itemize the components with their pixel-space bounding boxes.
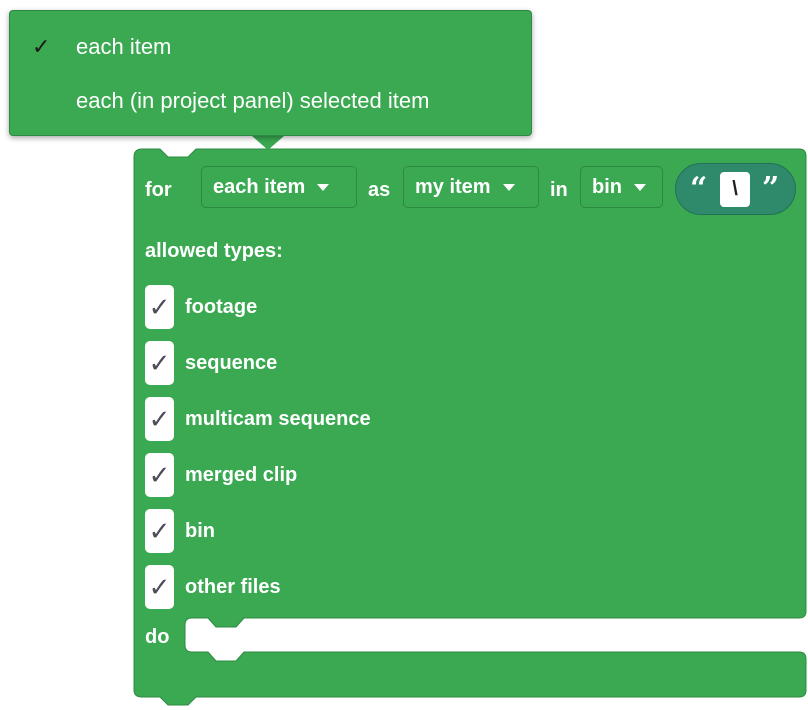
- in-label: in: [550, 179, 568, 201]
- mode-dropdown[interactable]: each item: [201, 166, 357, 208]
- as-label: as: [368, 179, 391, 201]
- variable-dropdown[interactable]: my item: [403, 166, 539, 208]
- open-quote-icon: “: [690, 171, 708, 206]
- checkbox-label: sequence: [185, 352, 278, 374]
- checkbox-sequence[interactable]: ✓: [145, 341, 174, 385]
- source-dropdown-value: bin: [592, 175, 622, 198]
- menu-item-label: each (in project panel) selected item: [76, 88, 430, 113]
- menu-item-each-item[interactable]: ✓ each item: [10, 22, 531, 72]
- text-value-block[interactable]: “ \ ”: [675, 163, 796, 215]
- checkbox-other-files[interactable]: ✓: [145, 565, 174, 609]
- do-label: do: [145, 626, 170, 648]
- mode-dropdown-menu: ✓ each item each (in project panel) sele…: [9, 10, 532, 136]
- checkmark-icon: ✓: [32, 34, 51, 59]
- caret-down-icon: [634, 183, 646, 191]
- checkbox-label: footage: [185, 296, 258, 318]
- menu-item-each-selected-item[interactable]: each (in project panel) selected item: [10, 76, 531, 126]
- checkbox-footage[interactable]: ✓: [145, 285, 174, 329]
- menu-pointer: [252, 136, 284, 150]
- caret-down-icon: [317, 183, 330, 191]
- checkbox-label: other files: [185, 576, 281, 598]
- for-label: for: [145, 179, 172, 201]
- checkbox-label: bin: [185, 520, 215, 542]
- text-input[interactable]: \: [720, 172, 750, 207]
- allowed-types-label: allowed types:: [145, 240, 283, 262]
- checkbox-label: merged clip: [185, 464, 298, 486]
- source-dropdown[interactable]: bin: [580, 166, 663, 208]
- checkbox-bin[interactable]: ✓: [145, 509, 174, 553]
- caret-down-icon: [502, 183, 515, 191]
- checkbox-multicam-sequence[interactable]: ✓: [145, 397, 174, 441]
- checkbox-label: multicam sequence: [185, 408, 371, 430]
- checkbox-merged-clip[interactable]: ✓: [145, 453, 174, 497]
- mode-dropdown-value: each item: [213, 175, 306, 198]
- close-quote-icon: ”: [762, 171, 780, 206]
- menu-item-label: each item: [76, 34, 172, 59]
- variable-dropdown-value: my item: [415, 175, 491, 198]
